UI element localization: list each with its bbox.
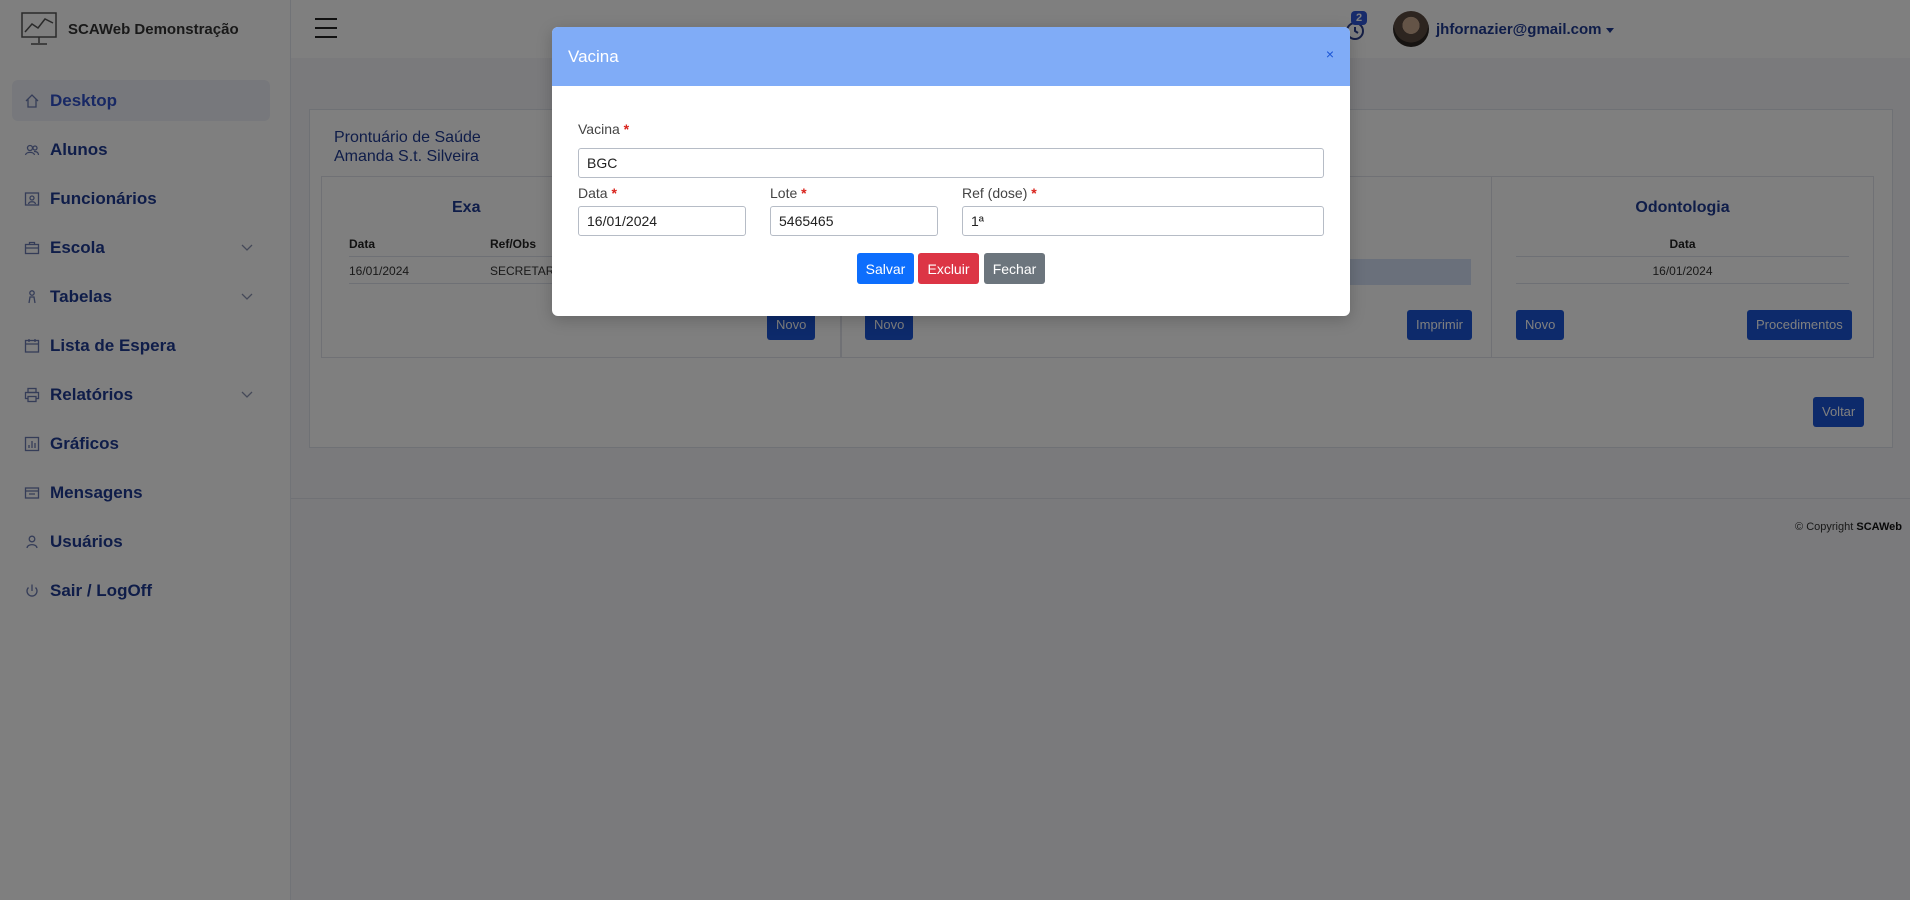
lot-label-text: Lote bbox=[770, 185, 798, 201]
vaccine-value: BGC bbox=[587, 155, 618, 171]
ref-dose-field[interactable]: 1ª bbox=[962, 206, 1324, 236]
date-value: 16/01/2024 bbox=[587, 213, 658, 229]
date-label-text: Data bbox=[578, 185, 608, 201]
save-button[interactable]: Salvar bbox=[857, 253, 914, 284]
vaccine-label: Vacina * bbox=[578, 121, 629, 137]
lot-value: 5465465 bbox=[779, 213, 834, 229]
required-mark: * bbox=[623, 121, 630, 137]
ref-dose-label: Ref (dose) * bbox=[962, 185, 1037, 201]
ref-dose-value: 1ª bbox=[971, 213, 984, 229]
date-label: Data * bbox=[578, 185, 617, 201]
required-mark: * bbox=[611, 185, 617, 201]
modal-title: Vacina bbox=[568, 47, 619, 66]
date-field[interactable]: 16/01/2024 bbox=[578, 206, 746, 236]
close-icon[interactable]: × bbox=[1326, 46, 1334, 62]
lot-field[interactable]: 5465465 bbox=[770, 206, 938, 236]
ref-dose-label-text: Ref (dose) bbox=[962, 185, 1028, 201]
vaccine-label-text: Vacina bbox=[578, 121, 620, 137]
lot-label: Lote * bbox=[770, 185, 807, 201]
required-mark: * bbox=[801, 185, 807, 201]
close-button[interactable]: Fechar bbox=[984, 253, 1045, 284]
required-mark: * bbox=[1031, 185, 1037, 201]
delete-button[interactable]: Excluir bbox=[918, 253, 979, 284]
modal-header: Vacina × bbox=[552, 27, 1350, 86]
vaccine-modal: Vacina × Vacina * BGC Data * 16/01/2024 … bbox=[552, 27, 1350, 316]
vaccine-field[interactable]: BGC bbox=[578, 148, 1324, 178]
